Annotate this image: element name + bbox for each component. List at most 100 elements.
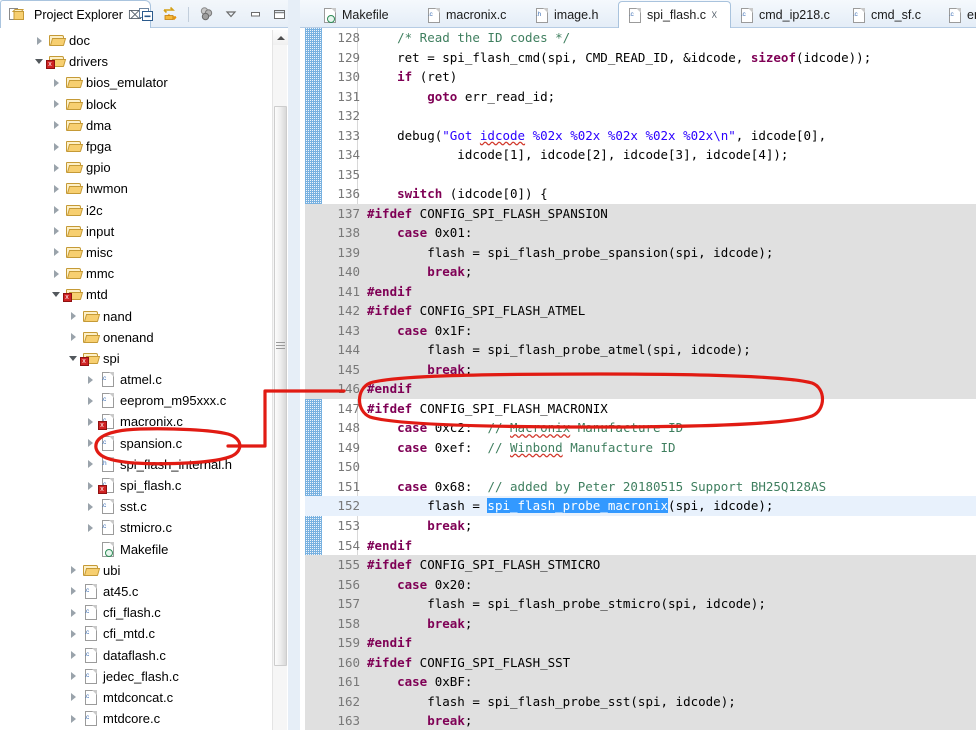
tree-item[interactable]: Makefile — [0, 539, 272, 560]
minimize-icon[interactable] — [245, 4, 265, 24]
code-text[interactable]: debug("Got idcode %02x %02x %02x %02x %0… — [367, 126, 826, 146]
tree-item[interactable]: hwmon — [0, 178, 272, 199]
chevron-right-icon[interactable] — [48, 184, 64, 193]
tree-item[interactable]: .h spi_flash_internal.h — [0, 454, 272, 475]
chevron-right-icon[interactable] — [48, 142, 64, 151]
code-line[interactable]: 159 #endif — [305, 633, 976, 653]
code-text[interactable]: #endif — [367, 379, 412, 399]
close-icon[interactable]: ☓ — [711, 9, 717, 21]
chevron-right-icon[interactable] — [48, 78, 64, 87]
code-text[interactable]: case 0x01: — [367, 223, 472, 243]
code-text[interactable]: break; — [367, 614, 472, 634]
code-line[interactable]: 154 #endif — [305, 536, 976, 556]
code-line[interactable]: 145 break; — [305, 359, 976, 380]
code-line[interactable]: 148 case 0xc2: // Macronix Manufacture I… — [305, 418, 976, 438]
scrollbar-thumb[interactable] — [274, 106, 287, 666]
code-text[interactable]: flash = spi_flash_probe_spansion(spi, id… — [367, 243, 773, 263]
editor-tab-macronix-c[interactable]: .c macronix.c — [418, 2, 526, 28]
chevron-right-icon[interactable] — [65, 651, 81, 660]
chevron-right-icon[interactable] — [65, 333, 81, 342]
code-text[interactable]: flash = spi_flash_probe_sst(spi, idcode)… — [367, 692, 736, 712]
chevron-right-icon[interactable] — [48, 269, 64, 278]
code-line[interactable]: 156 case 0x20: — [305, 574, 976, 595]
chevron-right-icon[interactable] — [65, 312, 81, 321]
editor-tab-image-h[interactable]: .h image.h — [526, 2, 618, 28]
chevron-right-icon[interactable] — [65, 672, 81, 681]
chevron-right-icon[interactable] — [65, 608, 81, 617]
chevron-right-icon[interactable] — [65, 566, 81, 575]
tab-project-explorer[interactable]: Project Explorer ⌧ — [0, 0, 151, 28]
code-line[interactable]: 129 ret = spi_flash_cmd(spi, CMD_READ_ID… — [305, 48, 976, 68]
code-line[interactable]: 152 flash = spi_flash_probe_macronix(spi… — [305, 496, 976, 516]
tree-item[interactable]: i2c — [0, 200, 272, 221]
code-text[interactable]: #endif — [367, 282, 412, 302]
code-text[interactable]: #ifdef CONFIG_SPI_FLASH_SPANSION — [367, 204, 608, 224]
tree-item[interactable]: x spi — [0, 348, 272, 369]
code-text[interactable]: case 0x68: // added by Peter 20180515 Su… — [367, 477, 826, 497]
tree-item[interactable]: .c jedec_flash.c — [0, 666, 272, 687]
project-explorer-scrollbar[interactable] — [272, 30, 288, 730]
tree-item[interactable]: mmc — [0, 263, 272, 284]
code-line[interactable]: 147 #ifdef CONFIG_SPI_FLASH_MACRONIX — [305, 399, 976, 419]
chevron-right-icon[interactable] — [82, 396, 98, 405]
code-line[interactable]: 138 case 0x01: — [305, 223, 976, 243]
code-text[interactable]: flash = spi_flash_probe_stmicro(spi, idc… — [367, 594, 766, 614]
code-text[interactable]: break; — [367, 360, 472, 380]
tree-item[interactable]: .c at45.c — [0, 581, 272, 602]
code-line[interactable]: 140 break; — [305, 262, 976, 282]
chevron-right-icon[interactable] — [82, 523, 98, 532]
code-line[interactable]: 132 — [305, 106, 976, 126]
code-line[interactable]: 160 #ifdef CONFIG_SPI_FLASH_SST — [305, 652, 976, 673]
code-line[interactable]: 139 flash = spi_flash_probe_spansion(spi… — [305, 242, 976, 263]
code-text[interactable]: break; — [367, 262, 472, 282]
tree-item[interactable]: .c cfi_mtd.c — [0, 623, 272, 644]
code-line[interactable]: 146 #endif — [305, 379, 976, 399]
editor-tab-spi-flash-c[interactable]: .c spi_flash.c ☓ — [618, 1, 731, 28]
code-text[interactable]: /* Read the ID codes */ — [367, 28, 570, 48]
tree-item[interactable]: bios_emulator — [0, 72, 272, 93]
tree-item[interactable]: .cx spi_flash.c — [0, 475, 272, 496]
chevron-right-icon[interactable] — [65, 714, 81, 723]
panel-divider[interactable] — [288, 0, 300, 730]
scroll-up-arrow-icon[interactable] — [273, 30, 288, 45]
code-line[interactable]: 133 debug("Got idcode %02x %02x %02x %02… — [305, 126, 976, 146]
code-lines-container[interactable]: 128 /* Read the ID codes */129 ret = spi… — [305, 28, 976, 730]
chevron-right-icon[interactable] — [48, 227, 64, 236]
chevron-right-icon[interactable] — [65, 629, 81, 638]
code-line[interactable]: 162 flash = spi_flash_probe_sst(spi, idc… — [305, 691, 976, 712]
tree-item[interactable]: .cx macronix.c — [0, 411, 272, 432]
code-line[interactable]: 153 break; — [305, 516, 976, 536]
code-line[interactable]: 143 case 0x1F: — [305, 320, 976, 341]
code-line[interactable]: 158 break; — [305, 613, 976, 634]
chevron-right-icon[interactable] — [82, 375, 98, 384]
tree-item[interactable]: misc — [0, 242, 272, 263]
code-text[interactable]: flash = spi_flash_probe_macronix(spi, id… — [367, 496, 773, 516]
chevron-right-icon[interactable] — [82, 460, 98, 469]
code-text[interactable]: break; — [367, 711, 472, 730]
tree-item[interactable]: .c stmicro.c — [0, 517, 272, 538]
code-text[interactable]: #ifdef CONFIG_SPI_FLASH_MACRONIX — [367, 399, 608, 419]
chevron-right-icon[interactable] — [48, 248, 64, 257]
code-line[interactable]: 150 — [305, 457, 976, 477]
chevron-right-icon[interactable] — [48, 206, 64, 215]
view-menu-icon[interactable] — [221, 4, 241, 24]
chevron-right-icon[interactable] — [65, 693, 81, 702]
code-line[interactable]: 137 #ifdef CONFIG_SPI_FLASH_SPANSION — [305, 203, 976, 224]
tree-item[interactable]: x drivers — [0, 51, 272, 72]
tree-item[interactable]: x mtd — [0, 284, 272, 305]
tree-item[interactable]: .c mtdcore.c — [0, 708, 272, 729]
code-text[interactable]: goto err_read_id; — [367, 87, 555, 107]
code-line[interactable]: 142 #ifdef CONFIG_SPI_FLASH_ATMEL — [305, 301, 976, 321]
project-tree[interactable]: doc x drivers bios_emulator block dma fpga gpio… — [0, 28, 272, 730]
code-text[interactable]: break; — [367, 516, 472, 536]
tree-item[interactable]: gpio — [0, 157, 272, 178]
chevron-right-icon[interactable] — [65, 587, 81, 596]
tree-item[interactable]: .c spansion.c — [0, 433, 272, 454]
tree-item[interactable]: nand — [0, 305, 272, 326]
code-text[interactable]: #endif — [367, 536, 412, 556]
tree-item[interactable]: .c sst.c — [0, 496, 272, 517]
tree-item[interactable]: input — [0, 221, 272, 242]
code-text[interactable]: #endif — [367, 633, 412, 653]
code-text[interactable]: #ifdef CONFIG_SPI_FLASH_ATMEL — [367, 301, 585, 321]
tree-item[interactable]: .c atmel.c — [0, 369, 272, 390]
